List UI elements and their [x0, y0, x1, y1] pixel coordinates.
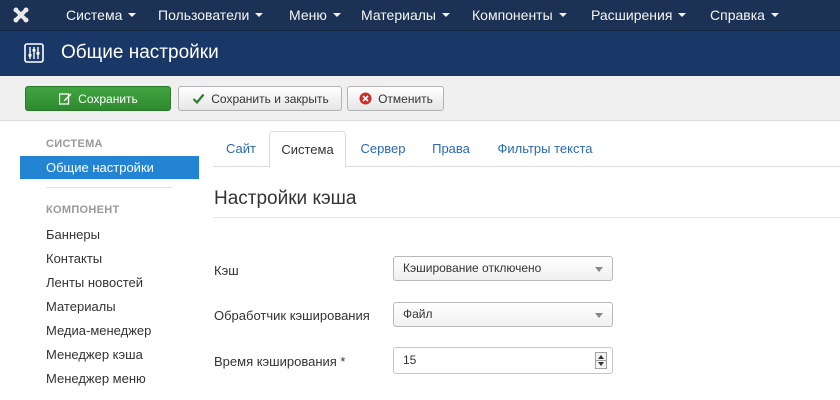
save-button[interactable]: Сохранить: [25, 86, 171, 111]
cache-field-label: Кэш: [214, 263, 239, 278]
spinner-down-icon[interactable]: [598, 362, 604, 366]
sidebar-item-menu-manager[interactable]: Менеджер меню: [20, 367, 199, 390]
save-and-close-label: Сохранить и закрыть: [211, 91, 329, 106]
sidebar-item-global-configuration[interactable]: Общие настройки: [20, 156, 199, 179]
cache-select[interactable]: Кэширование отключено: [393, 256, 613, 281]
number-spinner[interactable]: [595, 352, 607, 369]
nav-menu-label: Справка: [710, 7, 765, 23]
nav-menu-menus[interactable]: Меню: [289, 0, 341, 31]
nav-menu-help[interactable]: Справка: [710, 0, 779, 31]
sidebar-item-media-manager[interactable]: Медиа-менеджер: [20, 319, 199, 342]
sidebar: СИСТЕМА Общие настройки КОМПОНЕНТ Баннер…: [0, 121, 200, 400]
caret-down-icon: [255, 13, 264, 18]
dropdown-arrow-icon: [595, 267, 603, 272]
nav-menu-extensions[interactable]: Расширения: [591, 0, 687, 31]
cache-time-input[interactable]: 15: [393, 347, 613, 374]
sidebar-item-cache-manager[interactable]: Менеджер кэша: [20, 343, 199, 366]
caret-down-icon: [678, 13, 687, 18]
cancel-button[interactable]: Отменить: [347, 86, 444, 111]
caret-down-icon: [128, 13, 137, 18]
cancel-circle-icon: [358, 92, 372, 106]
action-toolbar: Сохранить Сохранить и закрыть Отменить: [0, 76, 840, 121]
cache-select-value: Кэширование отключено: [403, 261, 542, 275]
sidebar-header-system: СИСТЕМА: [46, 138, 103, 150]
edit-icon: [58, 92, 72, 106]
caret-down-icon: [332, 13, 341, 18]
equalizer-settings-icon: [24, 43, 44, 63]
sidebar-item-articles[interactable]: Материалы: [20, 295, 199, 318]
cache-time-field-label: Время кэширования *: [214, 354, 346, 369]
page-title: Общие настройки: [61, 42, 219, 63]
spinner-divider: [596, 360, 606, 361]
sidebar-header-component: КОМПОНЕНТ: [46, 204, 120, 216]
tab-site[interactable]: Сайт: [213, 131, 269, 167]
section-title: Настройки кэша: [214, 188, 357, 209]
dropdown-arrow-icon: [595, 313, 603, 318]
caret-down-icon: [441, 13, 450, 18]
nav-menu-system[interactable]: Система: [66, 0, 137, 31]
tab-server[interactable]: Сервер: [348, 131, 418, 167]
nav-menu-label: Пользователи: [158, 7, 250, 23]
caret-down-icon: [558, 13, 567, 18]
sidebar-item-contacts[interactable]: Контакты: [20, 247, 199, 270]
cache-time-value: 15: [403, 353, 417, 367]
top-navbar: Система Пользователи Меню Материалы Комп…: [0, 0, 840, 31]
tab-permissions[interactable]: Права: [420, 131, 482, 167]
spinner-up-icon[interactable]: [598, 355, 604, 359]
sidebar-item-newsfeeds[interactable]: Ленты новостей: [20, 271, 199, 294]
nav-menu-content[interactable]: Материалы: [361, 0, 450, 31]
section-divider: [213, 217, 840, 218]
cache-handler-field-label: Обработчик кэширования: [214, 308, 370, 323]
nav-menu-components[interactable]: Компоненты: [472, 0, 567, 31]
checkmark-icon: [191, 92, 205, 106]
cache-handler-select[interactable]: Файл: [393, 302, 613, 327]
save-button-label: Сохранить: [78, 91, 138, 106]
sidebar-divider: [46, 187, 172, 188]
cancel-button-label: Отменить: [378, 91, 433, 106]
tab-text-filters[interactable]: Фильтры текста: [485, 131, 605, 167]
joomla-logo-icon[interactable]: [12, 6, 30, 24]
nav-menu-label: Расширения: [591, 7, 673, 23]
tab-system[interactable]: Система: [269, 131, 346, 168]
save-and-close-button[interactable]: Сохранить и закрыть: [178, 86, 342, 111]
nav-menu-label: Система: [66, 7, 123, 23]
title-bar: Общие настройки: [0, 31, 840, 76]
nav-menu-users[interactable]: Пользователи: [158, 0, 264, 31]
sidebar-item-banners[interactable]: Баннеры: [20, 223, 199, 246]
caret-down-icon: [770, 13, 779, 18]
settings-tabs: Сайт Система Сервер Права Фильтры текста: [213, 131, 840, 168]
nav-menu-label: Компоненты: [472, 7, 553, 23]
cache-handler-select-value: Файл: [403, 307, 433, 321]
nav-menu-label: Меню: [289, 7, 327, 23]
nav-menu-label: Материалы: [361, 7, 436, 23]
